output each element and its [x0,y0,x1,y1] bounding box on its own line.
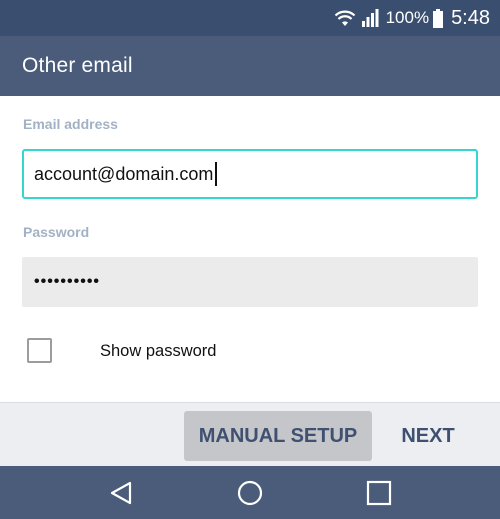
status-bar: 100% 5:48 [0,0,500,36]
password-value: •••••••••• [34,273,101,290]
battery-percent: 100% [385,8,430,27]
next-button[interactable]: NEXT [388,411,468,461]
show-password-checkbox[interactable] [27,338,52,363]
manual-setup-button[interactable]: MANUAL SETUP [184,411,372,461]
button-bar: MANUAL SETUP NEXT [0,402,500,466]
signal-icon [361,9,379,27]
app-bar: Other email [0,36,500,96]
navigation-bar [0,466,500,519]
show-password-label[interactable]: Show password [100,342,216,361]
back-icon[interactable] [108,479,136,507]
page-title: Other email [22,54,133,77]
battery-icon [433,8,444,28]
password-label: Password [23,224,90,240]
recents-icon[interactable] [365,479,393,507]
text-cursor [215,162,218,186]
show-password-row[interactable]: Show password [27,338,327,364]
email-form: Email address account@domain.com Passwor… [0,96,500,402]
wifi-icon [334,10,355,26]
email-value: account@domain.com [34,163,214,184]
password-field[interactable]: •••••••••• [22,257,478,307]
email-field[interactable]: account@domain.com [22,149,478,199]
home-icon[interactable] [236,479,264,507]
email-label: Email address [23,116,118,132]
clock: 5:48 [451,6,490,29]
